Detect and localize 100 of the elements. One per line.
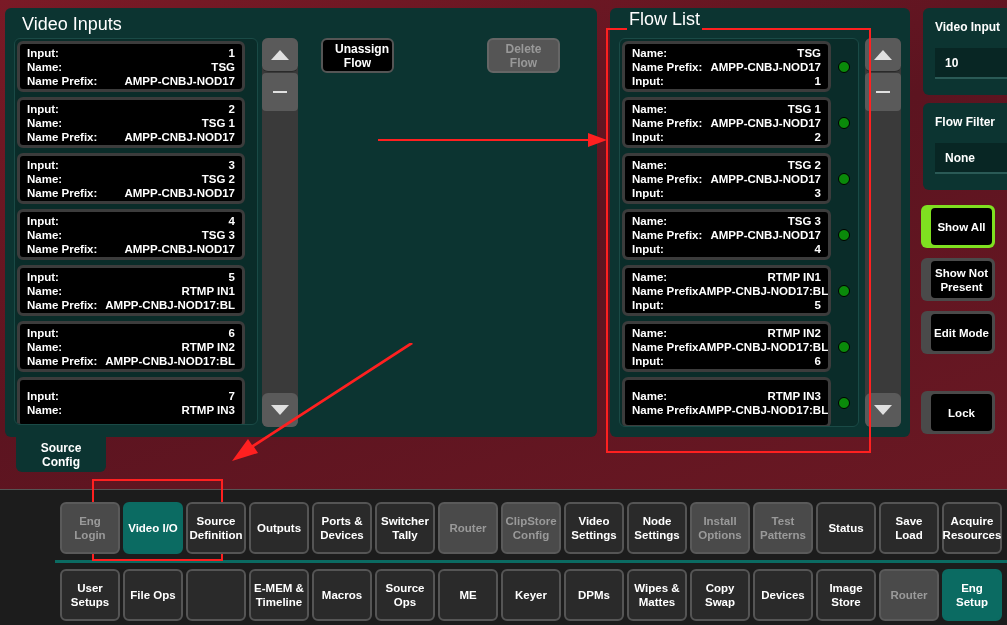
field-value: AMPP-CNBJ-NOD17 [710,171,821,186]
field-value: 5 [228,269,235,284]
scroll-down-button[interactable] [865,393,901,427]
list-card[interactable]: Input: 5 Name: RTMP IN1 Name Prefix: AMPP-CNBJ-NOD17:BL [17,265,245,316]
scroll-bar[interactable] [262,38,298,427]
field-label: Name: [632,157,668,172]
list-card[interactable]: Input: 3 Name: TSG 2 Name Prefix: AMPP-CNBJ-NOD17 [17,153,245,204]
list-card[interactable]: Name: RTMP IN2 Name PrefixAMPP-CNBJ-NOD17:BL Input: 6 [622,321,831,372]
field-label: Name Prefix: [27,241,98,256]
field-value: TSG 2 [787,157,821,172]
scroll-down-button[interactable] [262,393,298,427]
menu-button[interactable]: E-MEM & Timeline [249,569,309,621]
field-label: Input: [632,353,664,368]
scroll-up-button[interactable] [262,38,298,72]
menu-button[interactable]: Source Ops [375,569,435,621]
list-card[interactable]: Name: TSG Name Prefix: AMPP-CNBJ-NOD17 Input: 1 [622,41,831,92]
field-value: 7 [228,388,235,403]
toggle-button[interactable]: Lock [921,391,995,434]
field-value: RTMP IN1 [767,269,821,284]
scroll-thumb[interactable] [865,73,901,111]
field-value: 4 [228,213,235,228]
menu-button[interactable]: DPMs [564,569,624,621]
field-value: TSG 1 [201,115,235,130]
list-card[interactable]: Name: RTMP IN3 Name PrefixAMPP-CNBJ-NOD17:BL [622,377,831,426]
flow-button[interactable]: Unassign Flow [321,38,394,73]
menu-button[interactable]: Status [816,502,876,554]
field-label: Name Prefix: [632,171,703,186]
menu-button[interactable]: ME [438,569,498,621]
menu-button[interactable]: Keyer [501,569,561,621]
list-card[interactable]: Name: TSG 2 Name Prefix: AMPP-CNBJ-NOD17 Input: 3 [622,153,831,204]
menu-button[interactable]: Source Definition [186,502,246,554]
down-arrow-icon [271,405,289,415]
menu-button[interactable]: Macros [312,569,372,621]
field-label: Flow Filter [935,114,996,131]
field-value: AMPP-CNBJ-NOD17 [124,129,235,144]
field-label: Input: [632,73,664,88]
field-label: Name Prefix: [632,59,703,74]
field-label: Name: [27,171,63,186]
field-label: Input: [27,213,59,228]
list-card[interactable]: Input: 4 Name: TSG 3 Name Prefix: AMPP-CNBJ-NOD17 [17,209,245,260]
menu-button[interactable]: Wipes & Mattes [627,569,687,621]
field-label: Input: [27,101,59,116]
menu-button[interactable]: Node Settings [627,502,687,554]
panel-title: Video Inputs [21,13,123,36]
menu-button[interactable]: Eng Setup [942,569,1002,621]
menu-button[interactable]: Image Store [816,569,876,621]
field-value: 1 [814,73,821,88]
menu-button[interactable]: Video I/O [123,502,183,554]
menu-button[interactable]: Copy Swap [690,569,750,621]
field-value: 2 [814,129,821,144]
menu-button[interactable]: Acquire Resources [942,502,1002,554]
field-label: Name Prefix: [27,129,98,144]
menu-button[interactable]: Outputs [249,502,309,554]
field-value: RTMP IN3 [181,402,235,417]
field-value: TSG 3 [201,227,235,242]
field-value: TSG 1 [787,101,821,116]
value-field[interactable]: None [935,143,1007,174]
list-card[interactable]: Input: 2 Name: TSG 1 Name Prefix: AMPP-CNBJ-NOD17 [17,97,245,148]
field-label: Input: [27,325,59,340]
field-label: Name: [632,325,668,340]
field-value: AMPP-CNBJ-NOD17 [124,241,235,256]
minus-icon [876,91,890,93]
list-card[interactable]: Input: 6 Name: RTMP IN2 Name Prefix: AMPP-CNBJ-NOD17:BL [17,321,245,372]
field-label: Input: [27,269,59,284]
list-card[interactable]: Name: TSG 3 Name Prefix: AMPP-CNBJ-NOD17 Input: 4 [622,209,831,260]
list-card[interactable]: Input: 7 Name: RTMP IN3 [17,377,245,424]
menu-button[interactable]: File Ops [123,569,183,621]
toggle-button[interactable]: Edit Mode [921,311,995,354]
field-label: Name Prefix [632,402,699,417]
field-label: Name Prefix: [27,73,98,88]
field-value: RTMP IN2 [767,325,821,340]
field-label: Input: [27,157,59,172]
list-card[interactable]: Name: TSG 1 Name Prefix: AMPP-CNBJ-NOD17 Input: 2 [622,97,831,148]
field-value: AMPP-CNBJ-NOD17:BL [105,297,235,312]
scroll-up-button[interactable] [865,38,901,72]
field-value: RTMP IN2 [181,339,235,354]
menu-button[interactable]: Ports & Devices [312,502,372,554]
field-value: 4 [814,241,821,256]
toggle-button[interactable]: Show Not Present [921,258,995,301]
toggle-button[interactable]: Show All [921,205,995,248]
field-label: Name Prefix: [632,227,703,242]
field-value: AMPP-CNBJ-NOD17:BL [698,283,829,298]
menu-button[interactable]: Save Load [879,502,939,554]
field-label: Input: [27,45,59,60]
field-label: Name: [632,45,668,60]
menu-button[interactable]: Devices [753,569,813,621]
list-card[interactable]: Input: 1 Name: TSG Name Prefix: AMPP-CNBJ-NOD17 [17,41,245,92]
list-card[interactable]: Name: RTMP IN1 Name PrefixAMPP-CNBJ-NOD17:BL Input: 5 [622,265,831,316]
field-label: Name Prefix: [27,297,98,312]
scroll-bar[interactable] [865,38,901,427]
menu-button[interactable]: Switcher Tally [375,502,435,554]
source-config-tab[interactable]: Source Config [16,437,106,472]
field-label: Name: [27,283,63,298]
scroll-thumb[interactable] [262,73,298,111]
value-field[interactable]: 10 [935,48,1007,79]
field-value: 3 [228,157,235,172]
up-arrow-icon [271,49,289,60]
field-value: AMPP-CNBJ-NOD17 [710,115,821,130]
menu-button[interactable]: User Setups [60,569,120,621]
menu-button[interactable]: Video Settings [564,502,624,554]
